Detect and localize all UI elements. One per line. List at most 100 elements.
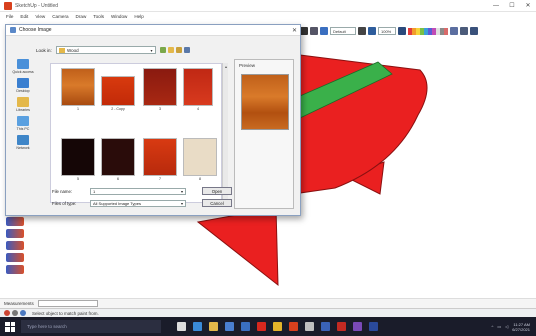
window-controls: — ☐ ✕ bbox=[488, 0, 536, 12]
preview-image bbox=[241, 74, 289, 130]
menu-file[interactable]: File bbox=[6, 14, 13, 19]
chrome-icon[interactable] bbox=[273, 322, 282, 331]
maximize-button[interactable]: ☐ bbox=[504, 0, 520, 12]
style-selector[interactable]: Default bbox=[330, 27, 356, 35]
volume-icon[interactable]: ◁ bbox=[505, 324, 508, 329]
file-list: 1 2 - Copy 3 4 5 6 7 8 bbox=[50, 63, 222, 203]
opera-icon[interactable] bbox=[257, 322, 266, 331]
app-logo-icon bbox=[4, 1, 12, 10]
menu-tools[interactable]: Tools bbox=[93, 14, 104, 19]
look-in-select[interactable]: Wood ▾ bbox=[56, 46, 156, 54]
status-text: Select object to match paint from. bbox=[32, 310, 99, 316]
app-icon-red[interactable] bbox=[337, 322, 346, 331]
dialog-close-icon[interactable]: ✕ bbox=[289, 25, 300, 36]
file-thumbnail[interactable]: 1 bbox=[61, 68, 95, 111]
geo-location-icon[interactable] bbox=[4, 310, 10, 316]
position-camera-icon[interactable] bbox=[6, 229, 24, 238]
file-list-scrollbar[interactable]: ▴ bbox=[222, 63, 228, 203]
tray-clock[interactable]: 11:27 AM 6/27/2021 bbox=[512, 322, 530, 332]
place-desktop[interactable]: Desktop bbox=[16, 78, 30, 93]
settings-icon[interactable] bbox=[305, 322, 314, 331]
section-plane-icon[interactable] bbox=[450, 27, 458, 35]
file-thumbnail[interactable]: 3 bbox=[143, 68, 177, 111]
dialog-title: Choose Image bbox=[19, 27, 52, 33]
look-around-icon[interactable] bbox=[6, 217, 24, 226]
layers-icon[interactable] bbox=[460, 27, 468, 35]
file-type-select[interactable]: All Supported Image Types ▾ bbox=[90, 200, 186, 207]
pan-tool-icon[interactable] bbox=[368, 27, 376, 35]
menu-edit[interactable]: Edit bbox=[20, 14, 28, 19]
file-thumbnail[interactable]: 7 bbox=[143, 138, 177, 181]
menu-help[interactable]: Help bbox=[134, 14, 143, 19]
place-libraries[interactable]: Libraries bbox=[16, 97, 30, 112]
select-tool-icon[interactable] bbox=[300, 27, 308, 35]
look-in-value: Wood bbox=[67, 47, 79, 53]
minimize-button[interactable]: — bbox=[488, 0, 504, 12]
sketchup-window: SketchUp - Untitled — ☐ ✕ File Edit View… bbox=[0, 0, 536, 336]
store-icon[interactable] bbox=[225, 322, 234, 331]
file-thumbnail[interactable]: 8 bbox=[183, 138, 217, 181]
sketchup-icon[interactable] bbox=[289, 322, 298, 331]
app-icon-navy[interactable] bbox=[369, 322, 378, 331]
zoom-field[interactable]: 100% bbox=[378, 27, 396, 35]
tape-measure-icon[interactable] bbox=[6, 241, 24, 250]
new-folder-icon[interactable] bbox=[176, 47, 182, 53]
network-status-icon[interactable]: ▭ bbox=[497, 324, 501, 329]
close-button[interactable]: ✕ bbox=[520, 0, 536, 12]
preview-panel: Preview bbox=[234, 59, 294, 209]
components-icon[interactable] bbox=[470, 27, 478, 35]
file-name-row: File name: 1 ▾ bbox=[52, 187, 186, 196]
file-thumbnail[interactable]: 6 bbox=[101, 138, 135, 181]
task-view-icon[interactable] bbox=[177, 322, 186, 331]
menu-bar: File Edit View Camera Draw Tools Window … bbox=[0, 12, 536, 21]
edge-browser-icon[interactable] bbox=[193, 322, 202, 331]
measurements-bar: Measurements bbox=[0, 298, 536, 308]
chevron-down-icon: ▾ bbox=[150, 47, 153, 53]
axes-tool-icon[interactable] bbox=[6, 253, 24, 262]
choose-image-dialog: Choose Image ✕ Look in: Wood ▾ Quick acc… bbox=[5, 24, 301, 216]
menu-camera[interactable]: Camera bbox=[52, 14, 68, 19]
system-tray: ^ ▭ ◁ 11:27 AM 6/27/2021 bbox=[491, 322, 536, 332]
file-thumbnail[interactable]: 5 bbox=[61, 138, 95, 181]
eraser-tool-icon[interactable] bbox=[310, 27, 318, 35]
dimension-tool-icon[interactable] bbox=[6, 265, 24, 274]
windows-taskbar: Type here to search ^ ▭ ◁ 11:27 AM 6/27/… bbox=[0, 317, 536, 336]
lower-fin-shape[interactable] bbox=[196, 207, 279, 287]
file-thumbnail[interactable]: 2 - Copy bbox=[101, 76, 135, 111]
menu-window[interactable]: Window bbox=[111, 14, 127, 19]
network-icon bbox=[17, 135, 29, 145]
place-this-pc[interactable]: This PC bbox=[17, 116, 29, 131]
chevron-down-icon: ▾ bbox=[180, 189, 183, 194]
color-palette-strip[interactable] bbox=[408, 27, 448, 35]
view-menu-icon[interactable] bbox=[184, 47, 190, 53]
open-button[interactable]: Open bbox=[202, 187, 232, 195]
paint-bucket-icon[interactable] bbox=[320, 27, 328, 35]
menu-view[interactable]: View bbox=[35, 14, 45, 19]
file-thumbnail[interactable]: 4 bbox=[183, 68, 213, 111]
credits-icon[interactable] bbox=[12, 310, 18, 316]
file-name-field[interactable]: 1 ▾ bbox=[90, 188, 186, 195]
menu-draw[interactable]: Draw bbox=[76, 14, 87, 19]
mail-icon[interactable] bbox=[241, 322, 250, 331]
taskbar-search-field[interactable]: Type here to search bbox=[21, 320, 161, 333]
file-name-label: File name: bbox=[52, 189, 73, 194]
places-bar: Quick access Desktop Libraries This PC N… bbox=[10, 59, 36, 189]
tray-up-arrow-icon[interactable]: ^ bbox=[491, 324, 493, 329]
zoom-extents-icon[interactable] bbox=[398, 27, 406, 35]
place-quick-access[interactable]: Quick access bbox=[12, 59, 34, 74]
clock-date: 6/27/2021 bbox=[512, 326, 530, 332]
scroll-up-icon[interactable]: ▴ bbox=[223, 63, 229, 69]
up-folder-icon[interactable] bbox=[168, 47, 174, 53]
file-explorer-icon[interactable] bbox=[209, 322, 218, 331]
cancel-button[interactable]: Cancel bbox=[202, 199, 232, 207]
taskbar-apps bbox=[177, 322, 378, 331]
app-icon-purple[interactable] bbox=[353, 322, 362, 331]
place-network[interactable]: Network bbox=[16, 135, 30, 150]
measurements-input[interactable] bbox=[37, 300, 98, 307]
back-icon[interactable] bbox=[160, 47, 166, 53]
user-icon[interactable] bbox=[20, 310, 26, 316]
look-in-label: Look in: bbox=[36, 47, 52, 53]
orbit-tool-icon[interactable] bbox=[358, 27, 366, 35]
windows-start-icon[interactable] bbox=[5, 321, 15, 332]
app-icon-blue[interactable] bbox=[321, 322, 330, 331]
